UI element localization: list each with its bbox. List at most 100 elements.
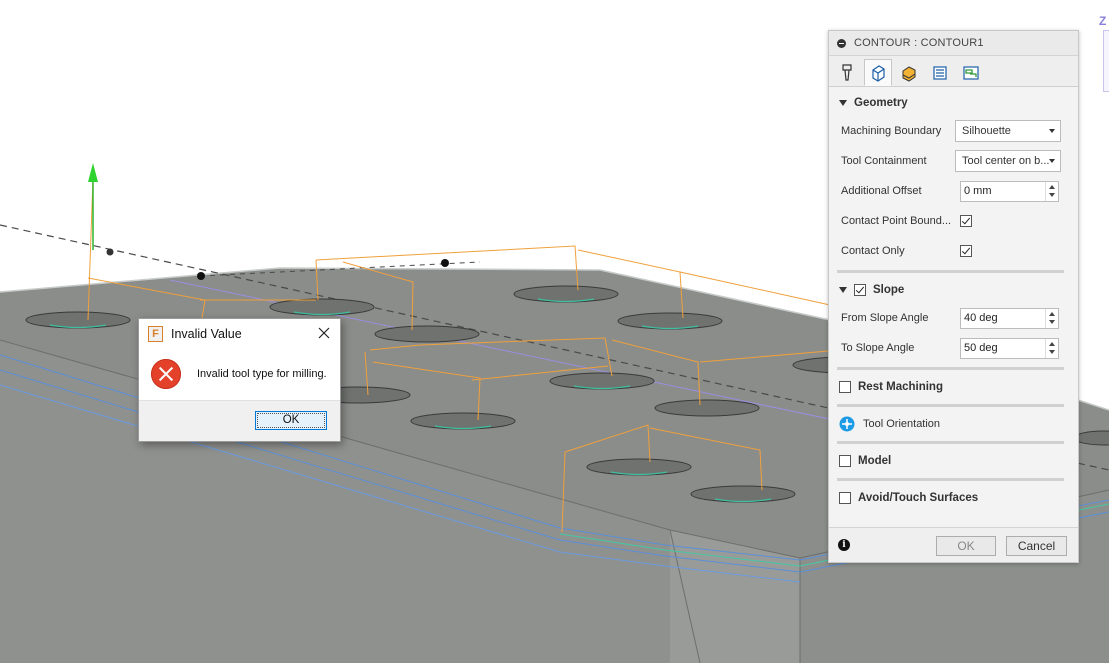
hole <box>654 399 760 417</box>
spinner-buttons[interactable] <box>1045 181 1058 201</box>
hole <box>586 458 692 476</box>
avoid-touch-checkbox[interactable] <box>839 492 851 504</box>
spin-down-icon[interactable] <box>1049 349 1055 354</box>
hole <box>410 412 516 430</box>
axis-point[interactable] <box>106 248 114 256</box>
expand-triangle-icon <box>839 100 847 106</box>
passes-icon <box>933 65 947 80</box>
spinner-buttons[interactable] <box>1045 338 1058 358</box>
tab-tool[interactable] <box>833 59 861 86</box>
axis-point[interactable] <box>441 259 449 267</box>
rest-machining-section-header[interactable]: Rest Machining <box>829 374 1078 400</box>
tool-icon <box>842 63 852 81</box>
machining-boundary-select[interactable]: Silhouette <box>955 120 1061 142</box>
error-icon <box>151 359 181 389</box>
machining-boundary-value: Silhouette <box>962 125 1011 137</box>
close-icon[interactable] <box>317 326 331 340</box>
geometry-section-title: Geometry <box>854 97 908 109</box>
tab-linking[interactable] <box>957 59 985 86</box>
from-slope-angle-input[interactable] <box>961 308 1046 328</box>
slope-section-title: Slope <box>873 284 905 296</box>
model-title: Model <box>858 455 892 467</box>
machining-boundary-label: Machining Boundary <box>841 125 942 137</box>
contour-panel: CONTOUR : CONTOUR1 Geometry Machining Bo… <box>828 30 1079 563</box>
hole <box>374 325 480 343</box>
from-slope-angle-spinner[interactable] <box>960 307 1059 329</box>
additional-offset-input[interactable] <box>961 181 1046 201</box>
from-slope-angle-label: From Slope Angle <box>841 312 929 324</box>
panel-tabs <box>829 56 1078 87</box>
spin-down-icon[interactable] <box>1049 192 1055 197</box>
contact-only-row: Contact Only <box>829 236 1078 266</box>
section-divider <box>837 404 1064 407</box>
contact-only-checkbox[interactable] <box>960 245 972 257</box>
axis-point[interactable] <box>197 272 205 280</box>
additional-offset-row: Additional Offset <box>829 176 1078 206</box>
panel-title-bar[interactable]: CONTOUR : CONTOUR1 <box>829 31 1078 56</box>
contact-point-boundary-checkbox[interactable] <box>960 215 972 227</box>
invalid-value-dialog: F Invalid Value Invalid tool type for mi… <box>138 318 341 442</box>
rest-machining-title: Rest Machining <box>858 381 943 393</box>
panel-title: CONTOUR : CONTOUR1 <box>854 37 984 49</box>
to-slope-angle-label: To Slope Angle <box>841 342 915 354</box>
rest-machining-checkbox[interactable] <box>839 381 851 393</box>
slope-section-header[interactable]: Slope <box>829 277 1078 303</box>
geometry-icon <box>872 64 885 82</box>
tab-passes[interactable] <box>926 59 954 86</box>
machining-boundary-row: Machining Boundary Silhouette <box>829 116 1078 146</box>
section-divider <box>837 367 1064 370</box>
section-divider <box>837 270 1064 273</box>
contact-point-boundary-row: Contact Point Bound... <box>829 206 1078 236</box>
from-slope-angle-row: From Slope Angle <box>829 303 1078 333</box>
tab-heights[interactable] <box>895 59 923 86</box>
avoid-touch-title: Avoid/Touch Surfaces <box>858 492 979 504</box>
spin-down-icon[interactable] <box>1049 319 1055 324</box>
dialog-title: Invalid Value <box>171 327 242 341</box>
tool-containment-select[interactable]: Tool center on b... <box>955 150 1061 172</box>
fusion-app-icon: F <box>148 326 163 342</box>
tool-orientation-title: Tool Orientation <box>863 418 941 430</box>
hole <box>513 285 619 303</box>
to-slope-angle-input[interactable] <box>961 338 1046 358</box>
avoid-touch-section-header[interactable]: Avoid/Touch Surfaces <box>829 485 1078 511</box>
spin-up-icon[interactable] <box>1049 311 1055 316</box>
section-divider <box>837 478 1064 481</box>
dialog-body: Invalid tool type for milling. <box>139 349 340 399</box>
contact-point-boundary-label: Contact Point Bound... <box>841 215 952 227</box>
hole <box>269 298 375 316</box>
tab-geometry[interactable] <box>864 59 892 86</box>
collapse-icon[interactable] <box>837 38 846 48</box>
linking-icon <box>963 65 979 80</box>
tool-orientation-section-header[interactable]: Tool Orientation <box>829 411 1078 437</box>
tool-orientation-icon <box>839 416 855 432</box>
viewcube[interactable] <box>1103 30 1109 92</box>
contact-only-label: Contact Only <box>841 245 905 257</box>
additional-offset-spinner[interactable] <box>960 180 1059 202</box>
spin-up-icon[interactable] <box>1049 341 1055 346</box>
hole <box>617 312 723 330</box>
additional-offset-label: Additional Offset <box>841 185 922 197</box>
spinner-buttons[interactable] <box>1045 308 1058 328</box>
panel-footer: i OK Cancel <box>829 527 1078 562</box>
section-divider <box>837 441 1064 444</box>
slope-checkbox[interactable] <box>854 284 866 296</box>
hole <box>549 372 655 390</box>
dialog-message: Invalid tool type for milling. <box>197 368 327 380</box>
model-section-header[interactable]: Model <box>829 448 1078 474</box>
tool-containment-label: Tool Containment <box>841 155 927 167</box>
dropdown-arrow-icon <box>1049 129 1055 133</box>
expand-triangle-icon <box>839 287 847 293</box>
z-axis-arrow-head[interactable] <box>88 163 98 182</box>
tool-containment-value: Tool center on b... <box>962 155 1050 167</box>
dialog-title-bar[interactable]: F Invalid Value <box>139 319 340 349</box>
spin-up-icon[interactable] <box>1049 184 1055 189</box>
to-slope-angle-spinner[interactable] <box>960 337 1059 359</box>
panel-ok-button[interactable]: OK <box>936 536 996 556</box>
info-icon[interactable]: i <box>838 539 850 551</box>
dialog-ok-button[interactable]: OK <box>255 411 327 430</box>
viewcube-z-label[interactable]: Z <box>1099 14 1106 28</box>
model-checkbox[interactable] <box>839 455 851 467</box>
panel-cancel-button[interactable]: Cancel <box>1006 536 1067 556</box>
geometry-section-header[interactable]: Geometry <box>829 90 1078 116</box>
to-slope-angle-row: To Slope Angle <box>829 333 1078 363</box>
